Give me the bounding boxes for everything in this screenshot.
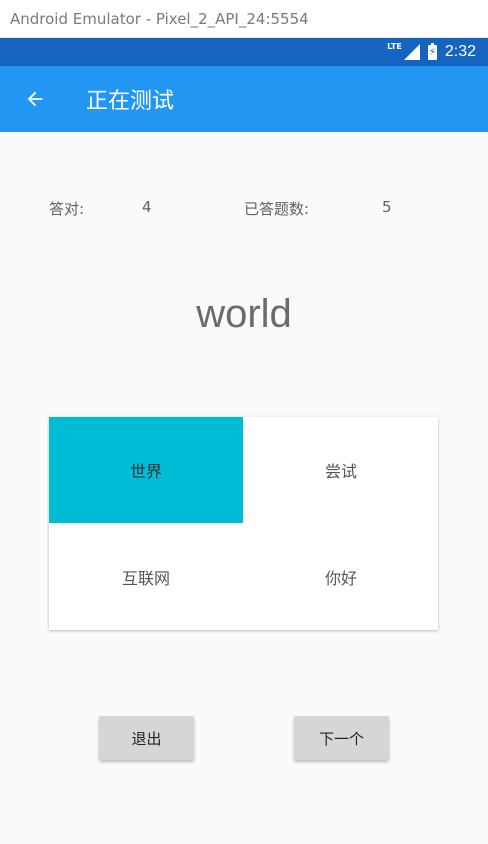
emulator-window-titlebar: Android Emulator - Pixel_2_API_24:5554 bbox=[0, 0, 488, 38]
option-4[interactable]: 你好 bbox=[244, 524, 438, 630]
next-button[interactable]: 下一个 bbox=[294, 716, 389, 760]
back-button[interactable] bbox=[0, 66, 70, 132]
signal-icon bbox=[403, 44, 420, 60]
battery-icon: ⚡ bbox=[427, 42, 437, 60]
option-3[interactable]: 互联网 bbox=[49, 524, 243, 630]
quiz-content: 答对: 4 已答题数: 5 world 世界 尝试 互联网 你好 退出 下一个 bbox=[0, 132, 488, 844]
app-bar: 正在测试 bbox=[0, 66, 488, 132]
answer-options-grid: 世界 尝试 互联网 你好 bbox=[49, 417, 438, 630]
window-title: Android Emulator - Pixel_2_API_24:5554 bbox=[10, 9, 309, 28]
status-time: 2:32 bbox=[444, 43, 476, 60]
answered-label: 已答题数: bbox=[244, 200, 310, 218]
correct-label: 答对: bbox=[49, 200, 85, 218]
option-2[interactable]: 尝试 bbox=[244, 417, 438, 523]
score-stats: 答对: 4 已答题数: 5 bbox=[0, 198, 488, 218]
arrow-left-icon bbox=[27, 91, 43, 107]
option-1[interactable]: 世界 bbox=[49, 417, 243, 523]
correct-count: 4 bbox=[142, 198, 152, 216]
page-title: 正在测试 bbox=[86, 89, 175, 114]
lte-indicator: LTE bbox=[387, 41, 402, 51]
android-status-bar: LTE ⚡ 2:32 bbox=[0, 38, 488, 66]
answered-count: 5 bbox=[382, 198, 392, 216]
exit-button[interactable]: 退出 bbox=[99, 716, 194, 760]
question-word: world bbox=[196, 292, 292, 336]
